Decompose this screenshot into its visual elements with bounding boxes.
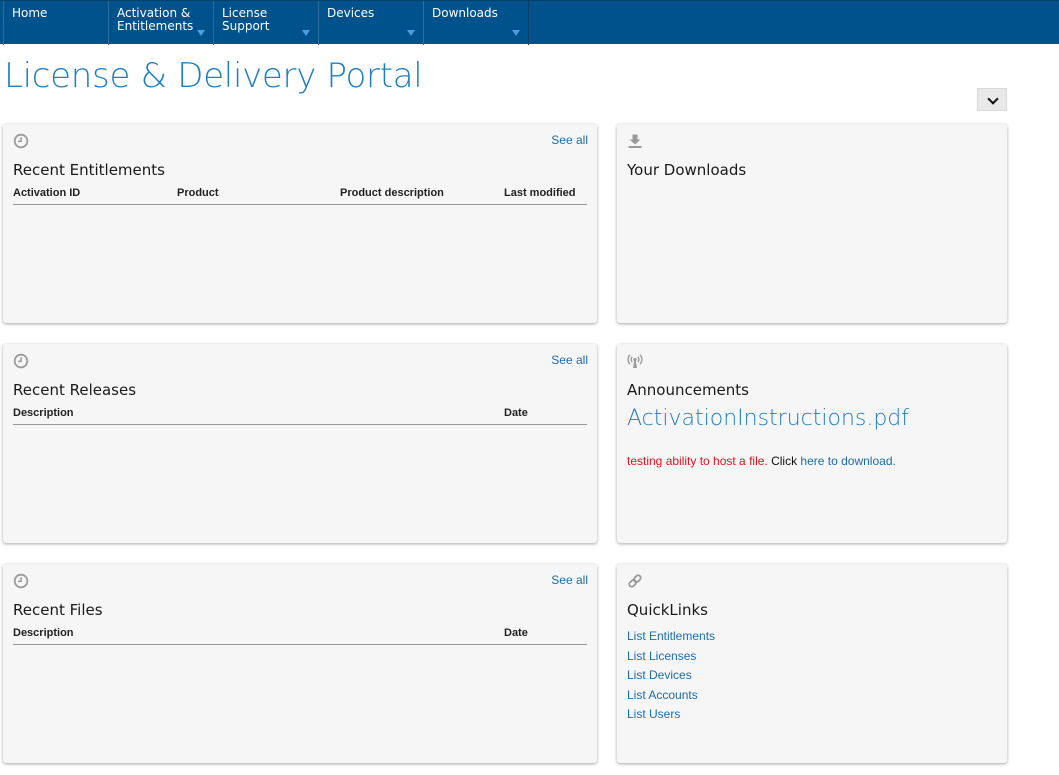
entitlements-table-header: Activation ID Product Product descriptio… (13, 187, 587, 205)
quicklinks-list: List Entitlements List Licenses List Dev… (627, 629, 715, 727)
clock-icon (13, 353, 29, 369)
column-header-date[interactable]: Date (504, 407, 528, 419)
download-icon (628, 134, 642, 148)
quicklink-list-users[interactable]: List Users (627, 707, 715, 727)
page-options-select[interactable] (977, 88, 1007, 111)
chevron-down-icon (407, 30, 415, 36)
panel-title: Recent Entitlements (13, 161, 165, 179)
nav-devices[interactable]: Devices (318, 1, 424, 45)
broadcast-icon (627, 354, 643, 368)
quicklink-list-devices[interactable]: List Devices (627, 668, 715, 688)
quicklink-list-entitlements[interactable]: List Entitlements (627, 629, 715, 649)
column-header-product-description[interactable]: Product description (340, 187, 444, 199)
nav-home-label: Home (12, 6, 48, 20)
nav-home[interactable]: Home (3, 1, 109, 45)
your-downloads-panel: Your Downloads (617, 124, 1007, 323)
panel-title: Recent Files (13, 601, 103, 619)
column-header-date[interactable]: Date (504, 627, 528, 639)
nav-devices-label: Devices (327, 6, 375, 20)
page-title: License & Delivery Portal (4, 56, 423, 96)
announcement-text-click: Click (767, 454, 801, 468)
column-header-description[interactable]: Description (13, 407, 74, 419)
panel-title: QuickLinks (627, 601, 708, 619)
recent-entitlements-panel: See all Recent Entitlements Activation I… (3, 124, 597, 323)
column-header-last-modified[interactable]: Last modified (504, 187, 576, 199)
announcement-message: testing ability to host a file. Click he… (627, 454, 896, 468)
panel-title: Recent Releases (13, 381, 137, 399)
nav-downloads[interactable]: Downloads (423, 1, 529, 45)
chevron-down-icon (302, 30, 310, 36)
see-all-entitlements-link[interactable]: See all (551, 133, 588, 147)
panel-title: Your Downloads (627, 161, 747, 179)
clock-icon (13, 573, 29, 589)
announcements-panel: Announcements ActivationInstructions.pdf… (617, 344, 1007, 543)
column-header-activation-id[interactable]: Activation ID (13, 187, 80, 199)
nav-activation-entitlements[interactable]: Activation & Entitlements (108, 1, 214, 45)
files-table-header: Description Date (13, 627, 587, 645)
recent-releases-panel: See all Recent Releases Description Date (3, 344, 597, 543)
see-all-files-link[interactable]: See all (551, 573, 588, 587)
quicklinks-panel: QuickLinks List Entitlements List Licens… (617, 564, 1007, 763)
download-here-link[interactable]: here to download. (800, 454, 895, 468)
top-navigation: Home Activation & Entitlements License S… (0, 0, 1059, 45)
releases-table-header: Description Date (13, 407, 587, 425)
announcement-text-red: testing ability to host a file. (627, 454, 768, 468)
recent-files-panel: See all Recent Files Description Date (3, 564, 597, 763)
see-all-releases-link[interactable]: See all (551, 353, 588, 367)
chevron-down-icon (197, 30, 205, 36)
column-header-description[interactable]: Description (13, 627, 74, 639)
clock-icon (13, 133, 29, 149)
activation-instructions-link[interactable]: ActivationInstructions.pdf (627, 406, 909, 431)
column-header-product[interactable]: Product (177, 187, 219, 199)
chevron-down-icon (987, 93, 999, 105)
quicklink-list-accounts[interactable]: List Accounts (627, 688, 715, 708)
link-icon (628, 574, 642, 588)
panel-title: Announcements (627, 381, 749, 399)
nav-license-support[interactable]: License Support (213, 1, 319, 45)
chevron-down-icon (512, 30, 520, 36)
quicklink-list-licenses[interactable]: List Licenses (627, 649, 715, 669)
nav-downloads-label: Downloads (432, 6, 498, 20)
